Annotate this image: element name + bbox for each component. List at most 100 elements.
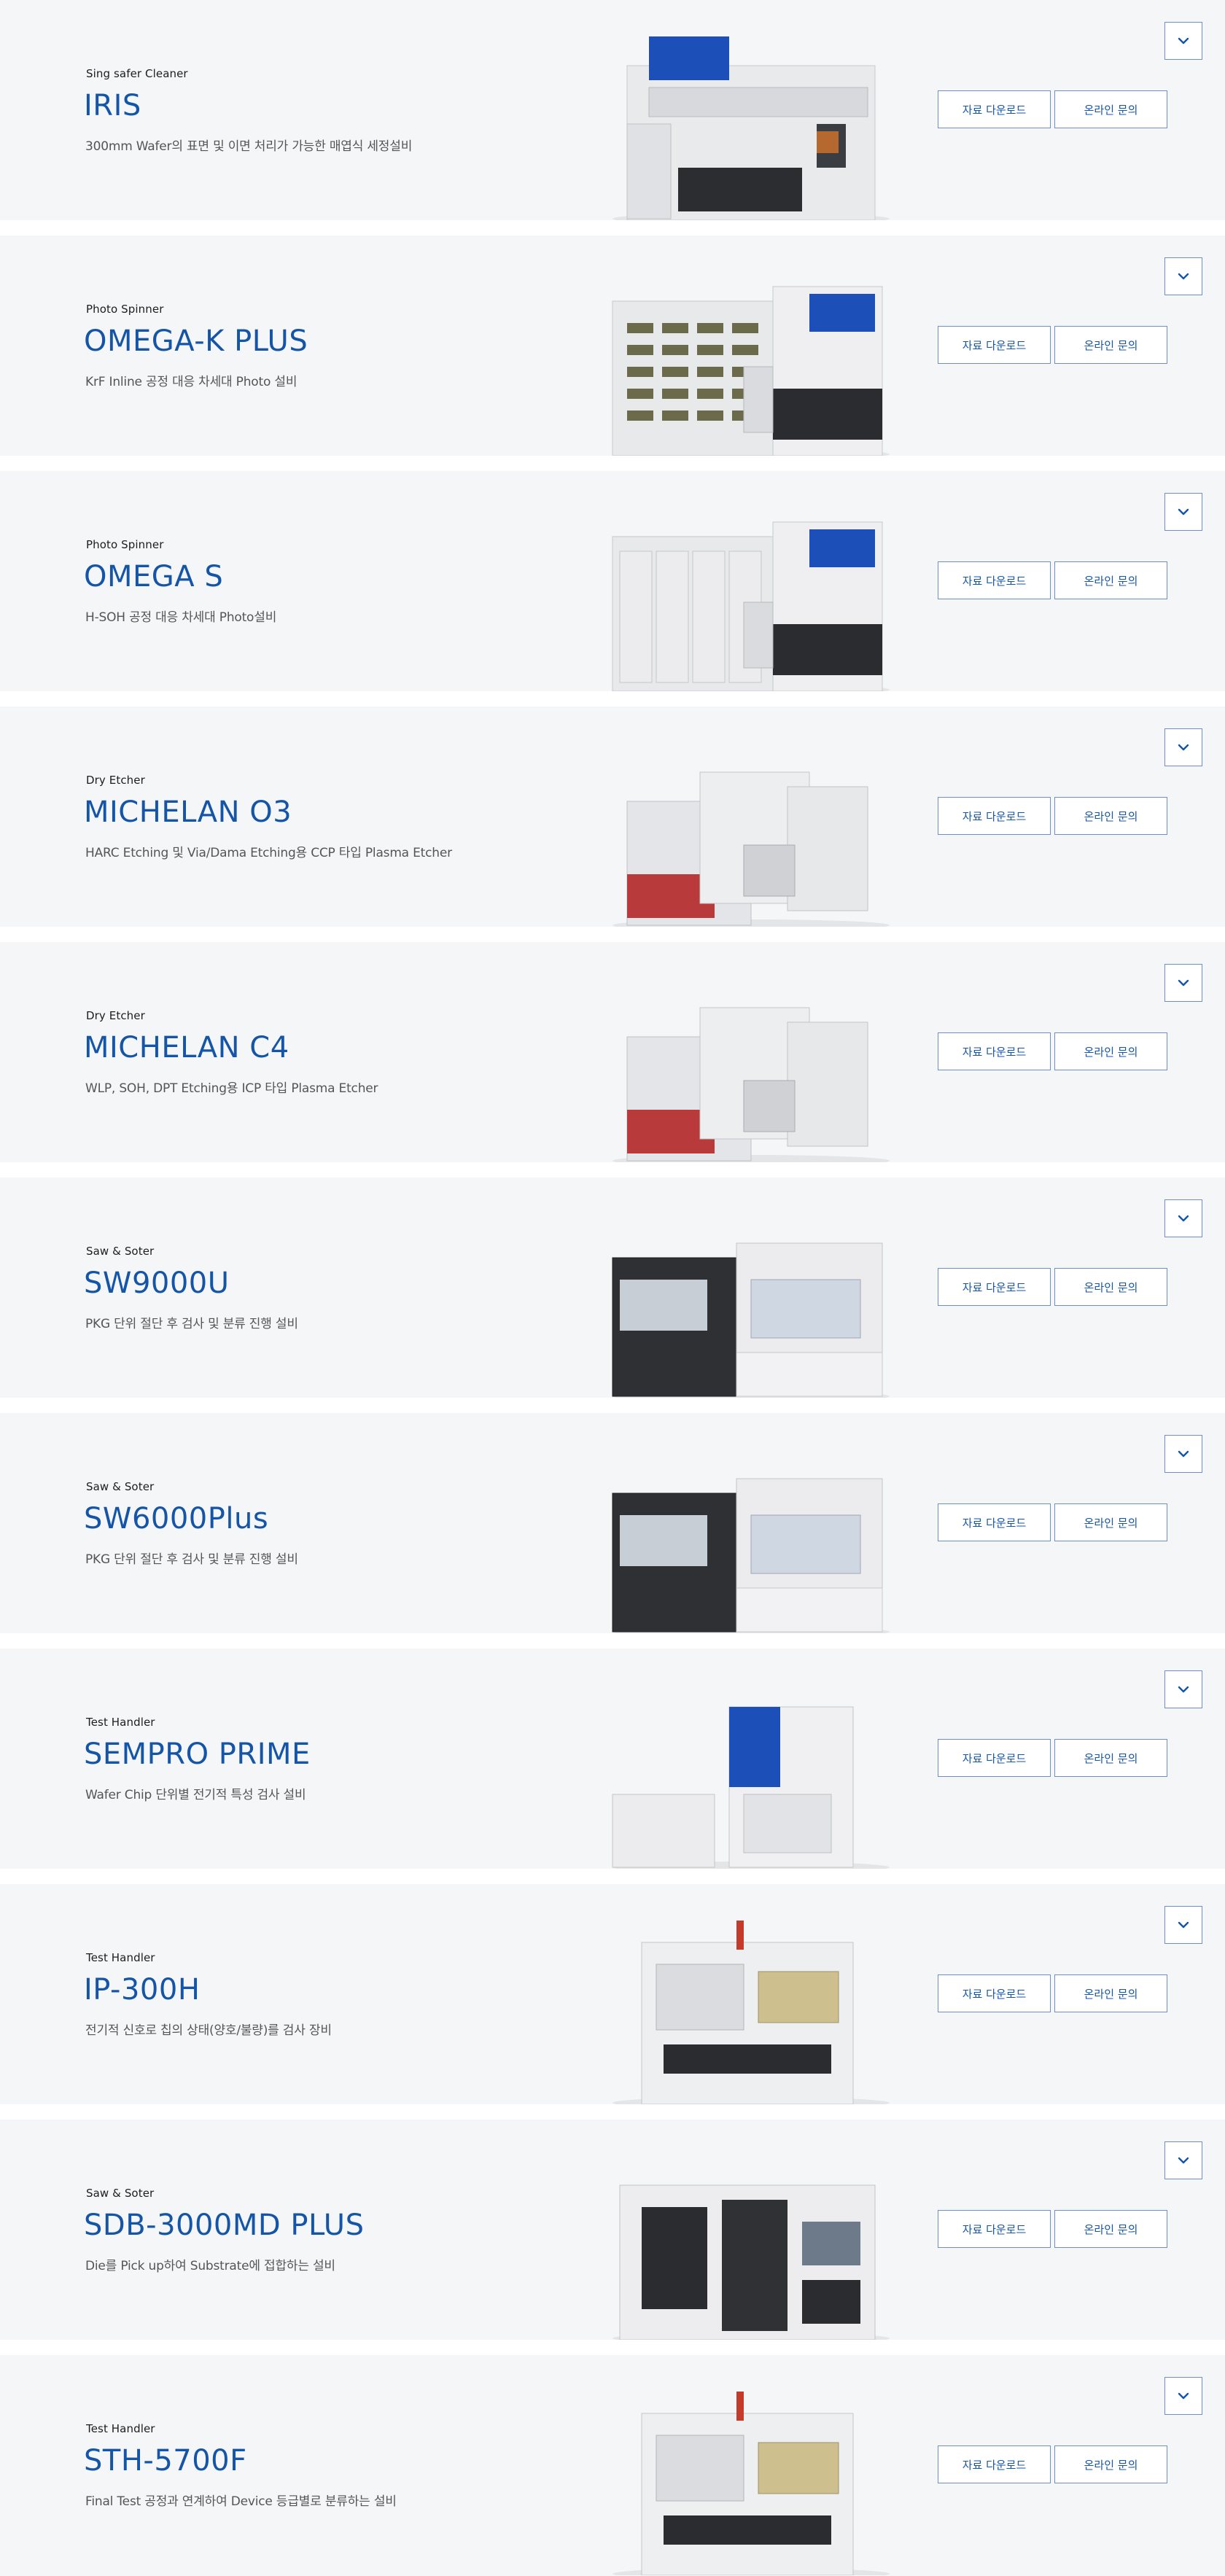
- product-name: OMEGA S: [84, 560, 224, 594]
- chevron-down-icon: [1178, 979, 1189, 987]
- product-card: Saw & Soter SW9000U PKG 단위 절단 후 검사 및 분류 …: [0, 1178, 1225, 1398]
- product-name: SW6000Plus: [84, 1502, 269, 1536]
- chevron-down-icon: [1178, 2157, 1189, 2164]
- product-name: STH-5700F: [84, 2444, 247, 2478]
- product-description: PKG 단위 절단 후 검사 및 분류 진행 설비: [85, 1317, 298, 1331]
- product-description: Final Test 공정과 연계하여 Device 등급별로 분류하는 설비: [85, 2494, 397, 2509]
- product-card: Sing safer Cleaner IRIS 300mm Wafer의 표면 …: [0, 0, 1225, 220]
- expand-toggle-button[interactable]: [1164, 1670, 1202, 1708]
- product-description: 300mm Wafer의 표면 및 이면 처리가 가능한 매엽식 세정설비: [85, 139, 413, 154]
- product-image: [598, 728, 904, 927]
- product-image: [598, 493, 904, 691]
- inquiry-button[interactable]: 온라인 문의: [1054, 797, 1167, 835]
- download-button[interactable]: 자료 다운로드: [938, 2445, 1051, 2483]
- expand-toggle-button[interactable]: [1164, 1906, 1202, 1944]
- chevron-down-icon: [1178, 1921, 1189, 1929]
- chevron-down-icon: [1178, 2392, 1189, 2400]
- product-description: 전기적 신호로 칩의 상태(양호/불량)를 검사 장비: [85, 2023, 332, 2038]
- download-button[interactable]: 자료 다운로드: [938, 2210, 1051, 2248]
- product-card: Photo Spinner OMEGA S H-SOH 공정 대응 차세대 Ph…: [0, 471, 1225, 691]
- product-card: Dry Etcher MICHELAN C4 WLP, SOH, DPT Etc…: [0, 942, 1225, 1162]
- expand-toggle-button[interactable]: [1164, 1199, 1202, 1237]
- expand-toggle-button[interactable]: [1164, 728, 1202, 766]
- chevron-down-icon: [1178, 508, 1189, 515]
- download-button[interactable]: 자료 다운로드: [938, 1503, 1051, 1541]
- product-description: HARC Etching 및 Via/Dama Etching용 CCP 타입 …: [85, 846, 452, 860]
- chevron-down-icon: [1178, 744, 1189, 751]
- inquiry-button[interactable]: 온라인 문의: [1054, 1032, 1167, 1070]
- inquiry-button[interactable]: 온라인 문의: [1054, 561, 1167, 599]
- product-description: Wafer Chip 단위별 전기적 특성 검사 설비: [85, 1788, 306, 1802]
- chevron-down-icon: [1178, 273, 1189, 280]
- product-name: MICHELAN C4: [84, 1031, 289, 1065]
- download-button[interactable]: 자료 다운로드: [938, 1974, 1051, 2012]
- download-button[interactable]: 자료 다운로드: [938, 1032, 1051, 1070]
- product-name: IRIS: [84, 89, 141, 122]
- inquiry-button[interactable]: 온라인 문의: [1054, 1268, 1167, 1306]
- inquiry-button[interactable]: 온라인 문의: [1054, 326, 1167, 364]
- product-category: Photo Spinner: [86, 538, 164, 551]
- product-card: Photo Spinner OMEGA-K PLUS KrF Inline 공정…: [0, 236, 1225, 456]
- product-card: Test Handler IP-300H 전기적 신호로 칩의 상태(양호/불량…: [0, 1884, 1225, 2104]
- product-image: [598, 257, 904, 456]
- equipment-illustration: [612, 1706, 890, 1869]
- equipment-illustration: [612, 36, 890, 220]
- product-category: Photo Spinner: [86, 303, 164, 316]
- product-card: Saw & Soter SDB-3000MD PLUS Die를 Pick up…: [0, 2120, 1225, 2340]
- product-image: [598, 1670, 904, 1869]
- inquiry-button[interactable]: 온라인 문의: [1054, 1974, 1167, 2012]
- inquiry-button[interactable]: 온라인 문의: [1054, 2210, 1167, 2248]
- product-image: [598, 1435, 904, 1633]
- product-description: H-SOH 공정 대응 차세대 Photo설비: [85, 610, 277, 625]
- product-name: SDB-3000MD PLUS: [84, 2209, 365, 2242]
- expand-toggle-button[interactable]: [1164, 2377, 1202, 2415]
- download-button[interactable]: 자료 다운로드: [938, 1268, 1051, 1306]
- equipment-illustration: [612, 1478, 890, 1633]
- expand-toggle-button[interactable]: [1164, 493, 1202, 531]
- equipment-illustration: [612, 286, 890, 456]
- expand-toggle-button[interactable]: [1164, 1435, 1202, 1473]
- equipment-illustration: [612, 521, 890, 691]
- product-category: Saw & Soter: [86, 1480, 155, 1493]
- product-name: SW9000U: [84, 1266, 230, 1300]
- equipment-illustration: [612, 771, 890, 927]
- chevron-down-icon: [1178, 1686, 1189, 1693]
- product-category: Test Handler: [86, 1951, 155, 1964]
- product-category: Test Handler: [86, 1716, 155, 1729]
- inquiry-button[interactable]: 온라인 문의: [1054, 90, 1167, 128]
- product-card: Dry Etcher MICHELAN O3 HARC Etching 및 Vi…: [0, 707, 1225, 927]
- product-category: Sing safer Cleaner: [86, 67, 188, 80]
- product-card: Test Handler STH-5700F Final Test 공정과 연계…: [0, 2355, 1225, 2576]
- inquiry-button[interactable]: 온라인 문의: [1054, 1739, 1167, 1777]
- chevron-down-icon: [1178, 37, 1189, 44]
- product-image: [598, 964, 904, 1162]
- chevron-down-icon: [1178, 1450, 1189, 1458]
- product-name: SEMPRO PRIME: [84, 1738, 311, 1771]
- product-name: MICHELAN O3: [84, 795, 292, 829]
- equipment-illustration: [612, 2392, 890, 2576]
- product-name: IP-300H: [84, 1973, 201, 2007]
- product-category: Saw & Soter: [86, 2187, 155, 2200]
- equipment-illustration: [612, 1242, 890, 1398]
- product-category: Dry Etcher: [86, 1009, 145, 1022]
- product-category: Saw & Soter: [86, 1245, 155, 1258]
- inquiry-button[interactable]: 온라인 문의: [1054, 2445, 1167, 2483]
- download-button[interactable]: 자료 다운로드: [938, 326, 1051, 364]
- expand-toggle-button[interactable]: [1164, 257, 1202, 295]
- download-button[interactable]: 자료 다운로드: [938, 561, 1051, 599]
- product-image: [598, 1199, 904, 1398]
- inquiry-button[interactable]: 온라인 문의: [1054, 1503, 1167, 1541]
- expand-toggle-button[interactable]: [1164, 964, 1202, 1002]
- equipment-illustration: [612, 1921, 890, 2104]
- download-button[interactable]: 자료 다운로드: [938, 90, 1051, 128]
- download-button[interactable]: 자료 다운로드: [938, 797, 1051, 835]
- product-card: Saw & Soter SW6000Plus PKG 단위 절단 후 검사 및 …: [0, 1413, 1225, 1633]
- equipment-illustration: [612, 1007, 890, 1162]
- product-card: Test Handler SEMPRO PRIME Wafer Chip 단위별…: [0, 1649, 1225, 1869]
- product-description: KrF Inline 공정 대응 차세대 Photo 설비: [85, 375, 298, 389]
- download-button[interactable]: 자료 다운로드: [938, 1739, 1051, 1777]
- product-category: Dry Etcher: [86, 774, 145, 787]
- expand-toggle-button[interactable]: [1164, 2141, 1202, 2179]
- product-description: WLP, SOH, DPT Etching용 ICP 타입 Plasma Etc…: [85, 1081, 378, 1096]
- expand-toggle-button[interactable]: [1164, 22, 1202, 60]
